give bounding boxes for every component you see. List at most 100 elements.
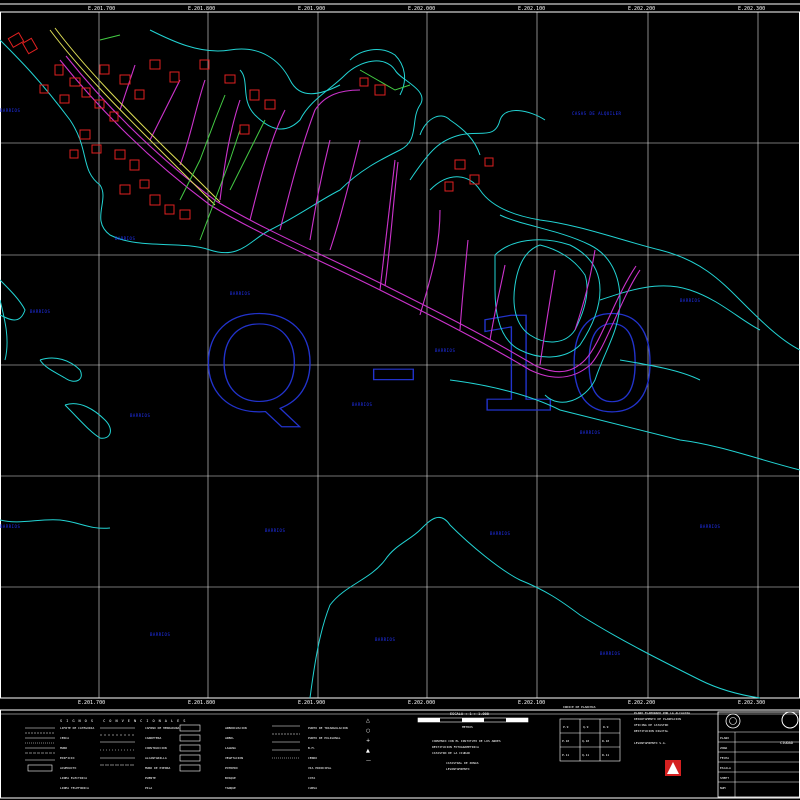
index-cell: R-10 bbox=[602, 739, 609, 743]
coord-bottom-1: E.201.700 bbox=[78, 700, 105, 706]
place-label: BARRIOS bbox=[435, 348, 455, 353]
place-label: BARRIOS bbox=[490, 531, 510, 536]
coord-bottom-4: E.202.000 bbox=[408, 700, 435, 706]
credit-line: OFICINA DE CATASTRO bbox=[634, 723, 669, 727]
index-cell: P-11 bbox=[562, 753, 569, 757]
legend-col1-item: LINEA TELEFONICA bbox=[60, 786, 89, 790]
credit-line: DEPARTAMENTO DE PLANEACION bbox=[634, 717, 681, 721]
place-label: BARRIOS bbox=[680, 298, 700, 303]
coord-top-1: E.201.700 bbox=[88, 6, 115, 12]
index-cell: Q-9 bbox=[583, 725, 589, 729]
legend-col3-item: BOSQUE bbox=[225, 776, 236, 780]
title-block: CIUDAD PLANO ZONA FECHA ESCALA SHEET NUM bbox=[717, 711, 800, 798]
legend-col2-item: PILA bbox=[145, 786, 152, 790]
legend-col3-item: VEGETACION bbox=[225, 756, 243, 760]
legend-col3-item: ARBOL bbox=[225, 736, 234, 740]
legend-col2-item: CARRETERA bbox=[145, 736, 161, 740]
place-label: BARRIOS bbox=[130, 413, 150, 418]
coord-bottom-5: E.202.100 bbox=[518, 700, 545, 706]
legend-col2-item: ALCANTARILLA bbox=[145, 756, 167, 760]
logo-icon bbox=[781, 711, 799, 729]
sheet-index-grid: INDICE DE PLANCHAS P-9 Q-9 R-9 P-10 Q-10… bbox=[559, 705, 621, 762]
legend-frame bbox=[0, 709, 800, 799]
legend-col1-item: EDIFICIO bbox=[60, 756, 75, 760]
title-block-header: CIUDAD bbox=[780, 741, 793, 745]
legend-col3-item: TANQUE bbox=[225, 786, 236, 790]
svg-text:—: — bbox=[366, 758, 371, 764]
legend-col2-item: MURO DE PIEDRA bbox=[145, 766, 170, 770]
coord-top-7: E.202.300 bbox=[738, 6, 765, 12]
boundary-lines bbox=[49, 27, 411, 241]
legend-col2-item: CONSTRUCCION bbox=[145, 746, 167, 750]
legend-col2-item: PUENTE bbox=[145, 776, 156, 780]
place-label: BARRIOS bbox=[30, 309, 50, 314]
scale-note: CATASTRO DE LA CIUDAD bbox=[432, 751, 470, 755]
index-cell: P-9 bbox=[563, 725, 569, 729]
title-block-row: NUM bbox=[720, 786, 726, 790]
legend-col4-item: CURVA bbox=[308, 786, 317, 790]
credit-line: RESTITUCION DIGITAL bbox=[634, 729, 669, 733]
coord-top-4: E.202.000 bbox=[408, 6, 435, 12]
title-block-row: PLANO bbox=[720, 736, 729, 740]
index-cell: R-9 bbox=[603, 725, 609, 729]
index-cell-current: Q-10 bbox=[582, 739, 589, 743]
scale-unit: METROS bbox=[462, 725, 473, 729]
legend-col1-item: CERCA bbox=[60, 736, 69, 740]
place-label: BARRIOS bbox=[150, 632, 170, 637]
title-block-row: SHEET bbox=[720, 776, 729, 780]
legend-col1-item: ACUEDUCTO bbox=[60, 766, 76, 770]
coord-top-2: E.201.800 bbox=[188, 6, 215, 12]
coord-bottom-6: E.202.200 bbox=[628, 700, 655, 706]
index-cell: Q-11 bbox=[582, 753, 589, 757]
legend-col4-item: COTA bbox=[308, 776, 315, 780]
title-block-row: FECHA bbox=[720, 756, 729, 760]
scale-note: LEVANTAMIENTO bbox=[446, 767, 470, 771]
legend-col4-item: PUNTO DE POLIGONAL bbox=[308, 736, 341, 740]
cad-map-drawing: E.201.700 E.201.800 E.201.900 E.202.000 … bbox=[0, 3, 800, 799]
place-label: BARRIOS bbox=[375, 637, 395, 642]
coord-bottom-2: E.201.800 bbox=[188, 700, 215, 706]
legend-col4-item: PUNTO DE TRIANGULACION bbox=[308, 726, 348, 730]
legend-col3-item: POTRERO bbox=[225, 766, 238, 770]
index-title: INDICE DE PLANCHAS bbox=[563, 705, 596, 709]
legend-conventional-signs: SIGNOS CONVENCIONALES LIMITE DE CATEGORI… bbox=[25, 718, 371, 790]
legend-col1-item: MURO bbox=[60, 746, 67, 750]
svg-text:△: △ bbox=[366, 718, 370, 724]
coord-bottom-3: E.201.900 bbox=[298, 700, 325, 706]
place-label: BARRIOS bbox=[580, 430, 600, 435]
scale-note: CONVENIO CON EL INSTITUTO DE LOS ANDES bbox=[432, 739, 501, 743]
coord-bottom-7: E.202.300 bbox=[738, 700, 765, 706]
legend-col1-item: LINEA ELECTRICA bbox=[60, 776, 87, 780]
legend-col4-item: B.M. bbox=[308, 746, 315, 750]
svg-text:+: + bbox=[366, 738, 370, 744]
place-label: BARRIOS bbox=[230, 291, 250, 296]
place-label: BARRIOS bbox=[600, 651, 620, 656]
credits-block: PLANO ELABORADO POR LA ALCALDIA DEPARTAM… bbox=[634, 711, 690, 776]
top-coordinate-labels: E.201.700 E.201.800 E.201.900 E.202.000 … bbox=[88, 6, 765, 12]
title-block-row: ESCALA bbox=[720, 766, 731, 770]
coord-top-3: E.201.900 bbox=[298, 6, 325, 12]
place-label: BARRIOS bbox=[115, 236, 135, 241]
legend-title: SIGNOS CONVENCIONALES bbox=[60, 719, 189, 723]
scale-note: CATASTRAL DE ZONAS bbox=[446, 761, 479, 765]
svg-text:○: ○ bbox=[366, 728, 370, 734]
place-label-top-right: CASAS DE ALQUILER bbox=[572, 111, 622, 116]
seal-icon bbox=[725, 713, 741, 729]
place-label: BARRIOS bbox=[0, 524, 20, 529]
coord-top-6: E.202.200 bbox=[628, 6, 655, 12]
legend-col3-item: LAGUNA bbox=[225, 746, 236, 750]
legend-col2-item: CAMINO DE HERRADURA bbox=[145, 726, 180, 730]
place-label: BARRIOS bbox=[265, 528, 285, 533]
legend-col4-item: VIA PRINCIPAL bbox=[308, 766, 332, 770]
credit-company: LEVANTAMIENTO S.A. bbox=[634, 741, 667, 745]
place-label: BARRIOS bbox=[0, 108, 20, 113]
title-block-row: ZONA bbox=[720, 746, 727, 750]
credit-line: PLANO ELABORADO POR LA ALCALDIA bbox=[634, 711, 690, 715]
index-cell: P-10 bbox=[562, 739, 569, 743]
bottom-coordinate-labels: E.201.700 E.201.800 E.201.900 E.202.000 … bbox=[78, 700, 765, 706]
scale-note: RESTITUCION FOTOGRAMETRICA bbox=[432, 745, 479, 749]
legend-col3-item: ARBORIZACION bbox=[225, 726, 247, 730]
place-label: BARRIOS bbox=[700, 524, 720, 529]
legend-col4-item: CERRO bbox=[308, 756, 317, 760]
svg-text:▲: ▲ bbox=[366, 748, 370, 754]
